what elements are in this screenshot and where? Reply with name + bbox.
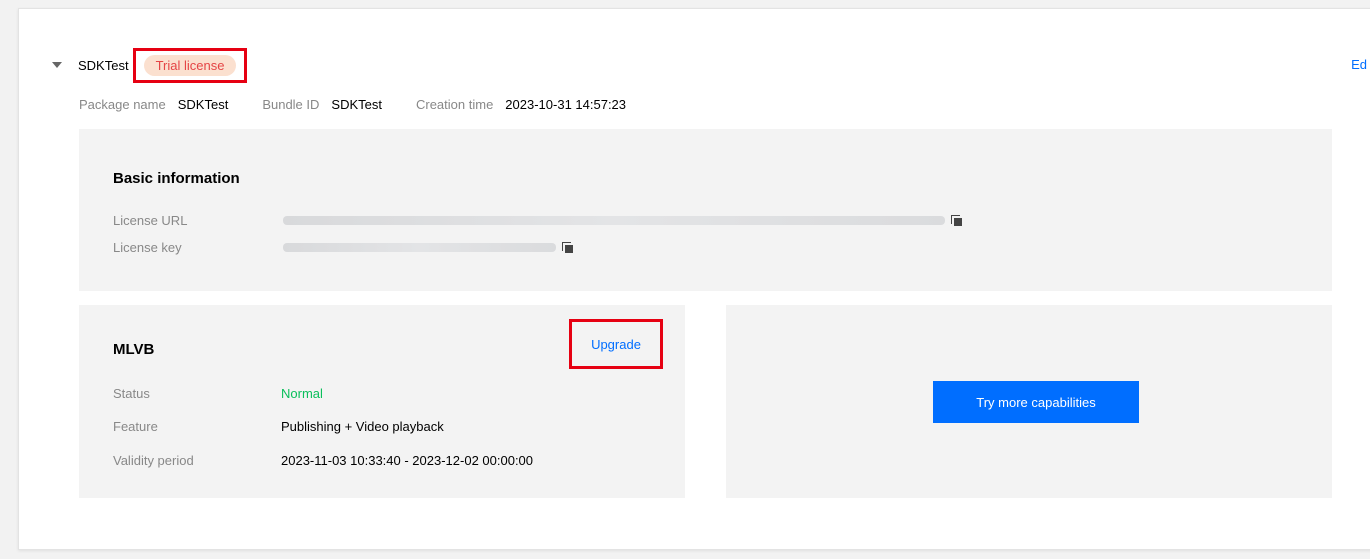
- license-key-label: License key: [113, 240, 182, 255]
- basic-information-panel: Basic information License URL License ke…: [79, 129, 1332, 291]
- badge-highlight-box: Trial license: [132, 47, 248, 83]
- mlvb-panel: MLVB Upgrade Status Normal Feature Publi…: [79, 305, 685, 498]
- status-label: Status: [113, 386, 150, 401]
- status-value: Normal: [281, 386, 323, 401]
- app-name: SDKTest: [78, 57, 129, 73]
- license-header: SDKTest Trial license: [52, 47, 248, 83]
- bundle-id-value: SDKTest: [331, 97, 382, 112]
- try-more-capabilities-button[interactable]: Try more capabilities: [933, 381, 1139, 423]
- license-card: SDKTest Trial license Ed Package name SD…: [18, 8, 1370, 550]
- license-url-row: License URL: [113, 213, 963, 228]
- license-url-redacted: [283, 216, 945, 225]
- copy-key-icon[interactable]: [562, 241, 574, 254]
- collapse-caret-icon[interactable]: [52, 62, 62, 68]
- more-capabilities-panel: Try more capabilities: [726, 305, 1332, 498]
- validity-period-label: Validity period: [113, 453, 194, 468]
- upgrade-highlight-box: Upgrade: [569, 319, 663, 369]
- package-name-label: Package name: [79, 97, 166, 112]
- status-row: Status Normal: [113, 386, 323, 401]
- validity-period-value: 2023-11-03 10:33:40 - 2023-12-02 00:00:0…: [281, 453, 534, 468]
- basic-information-title: Basic information: [113, 170, 240, 187]
- bundle-id-label: Bundle ID: [262, 97, 320, 112]
- license-key-row: License key: [113, 240, 574, 255]
- mlvb-title: MLVB: [113, 341, 155, 358]
- trial-license-badge: Trial license: [143, 54, 237, 76]
- upgrade-link[interactable]: Upgrade: [591, 337, 641, 352]
- feature-label: Feature: [113, 419, 158, 434]
- edit-link[interactable]: Ed: [1351, 57, 1367, 72]
- license-key-redacted: [283, 243, 556, 252]
- creation-time-label: Creation time: [415, 97, 494, 112]
- package-name-value: SDKTest: [177, 97, 229, 112]
- page: SDKTest Trial license Ed Package name SD…: [0, 0, 1370, 559]
- feature-value: Publishing + Video playback: [281, 419, 444, 434]
- copy-url-icon[interactable]: [951, 214, 963, 227]
- feature-row: Feature Publishing + Video playback: [113, 419, 444, 434]
- meta-row: Package name SDKTest Bundle ID SDKTest C…: [79, 97, 660, 112]
- license-url-label: License URL: [113, 213, 188, 228]
- creation-time-value: 2023-10-31 14:57:23: [505, 97, 627, 112]
- validity-row: Validity period 2023-11-03 10:33:40 - 20…: [113, 453, 533, 468]
